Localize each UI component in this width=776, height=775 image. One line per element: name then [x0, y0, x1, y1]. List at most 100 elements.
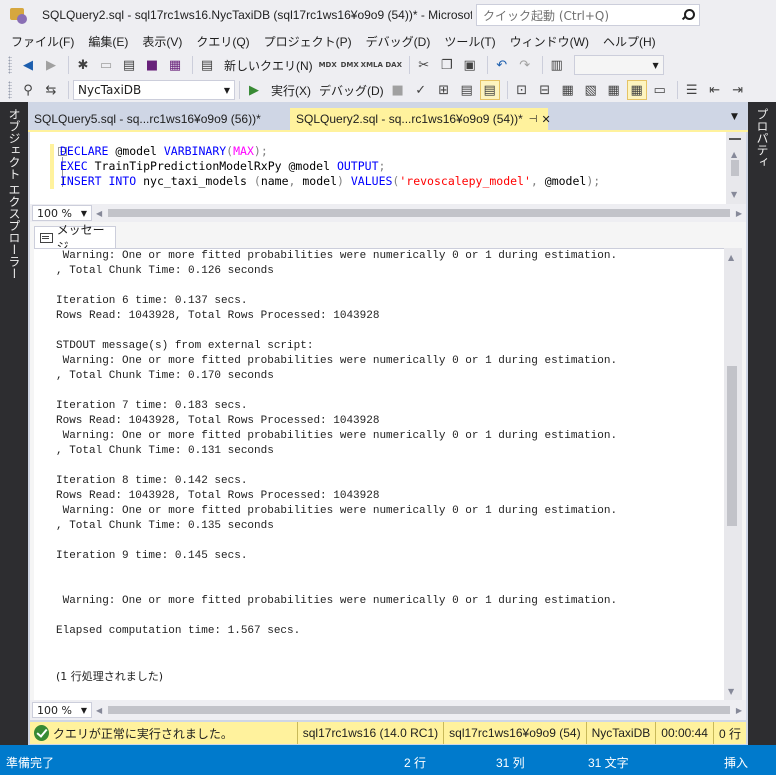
- close-icon[interactable]: ✕: [542, 113, 551, 126]
- pin-icon[interactable]: ⊣: [529, 114, 538, 125]
- tab-sqlquery2[interactable]: SQLQuery2.sql - sq...rc1ws16¥o9o9 (54))*…: [290, 108, 551, 130]
- decrease-indent-icon[interactable]: ⇤: [705, 80, 725, 100]
- sql-editor[interactable]: − DECLARE @model VARBINARY(MAX); EXEC Tr…: [30, 132, 746, 204]
- scroll-up-icon[interactable]: ▲: [731, 150, 737, 159]
- dmx-query-icon[interactable]: DMX: [339, 61, 361, 69]
- undo-icon[interactable]: ↶: [492, 55, 512, 75]
- uncomment-icon[interactable]: ☰: [682, 80, 702, 100]
- estimated-plan-icon[interactable]: ⊞: [434, 80, 454, 100]
- redo-icon[interactable]: ↷: [515, 55, 535, 75]
- cut-icon[interactable]: ✂: [414, 55, 434, 75]
- message-line: Rows Read: 1043928, Total Rows Processed…: [56, 415, 380, 427]
- toolbar-separator: [408, 56, 410, 74]
- save-icon[interactable]: ■: [142, 55, 162, 75]
- object-explorer-label: オブジェクト エクスプローラー: [7, 108, 21, 280]
- intellisense-icon[interactable]: ▤: [457, 80, 477, 100]
- scroll-down-icon[interactable]: ▼: [731, 190, 737, 199]
- add-item-icon[interactable]: ▭: [96, 55, 116, 75]
- dax-query-icon[interactable]: DAX: [383, 61, 405, 69]
- tab-overflow-dropdown-icon[interactable]: ▼: [731, 112, 738, 122]
- menu-window[interactable]: ウィンドウ(W): [503, 33, 596, 50]
- scroll-up-icon[interactable]: ▲: [728, 253, 734, 262]
- paste-icon[interactable]: ▣: [460, 55, 480, 75]
- tab-sqlquery5[interactable]: SQLQuery5.sql - sq...rc1ws16¥o9o9 (56))*: [28, 108, 290, 130]
- change-connection-icon[interactable]: ⇆: [41, 80, 61, 100]
- query-options-icon[interactable]: ⊡: [512, 80, 532, 100]
- new-project-icon[interactable]: ✱: [73, 55, 93, 75]
- scroll-thumb[interactable]: [731, 160, 739, 176]
- menu-help[interactable]: ヘルプ(H): [596, 33, 663, 50]
- quick-launch-placeholder: クイック起動 (Ctrl+Q): [483, 8, 610, 23]
- properties-tab[interactable]: プロパティ: [748, 102, 776, 745]
- copy-icon[interactable]: ❐: [437, 55, 457, 75]
- forward-icon[interactable]: ▶: [41, 55, 61, 75]
- execute-button[interactable]: 実行(X): [267, 82, 315, 99]
- scroll-left-icon[interactable]: ◀: [96, 706, 102, 715]
- toolbar-separator: [506, 81, 508, 99]
- open-file-icon[interactable]: ▤: [119, 55, 139, 75]
- code-line: DECLARE @model VARBINARY(MAX);: [60, 144, 268, 158]
- activity-monitor-icon[interactable]: ▥: [547, 55, 567, 75]
- scroll-right-icon[interactable]: ▶: [736, 209, 742, 218]
- results-zoom-dropdown[interactable]: 100 % ▼: [32, 702, 92, 718]
- results-to-file-icon[interactable]: ▦: [626, 80, 647, 100]
- scroll-left-icon[interactable]: ◀: [96, 209, 102, 218]
- new-query-button[interactable]: 新しいクエリ(N): [220, 57, 317, 74]
- increase-indent-icon[interactable]: ⇥: [728, 80, 748, 100]
- toolbar-grip[interactable]: [8, 56, 12, 74]
- quick-launch-input[interactable]: クイック起動 (Ctrl+Q): [476, 4, 700, 26]
- tab-label: SQLQuery2.sql - sq...rc1ws16¥o9o9 (54))*: [296, 112, 523, 126]
- messages-output[interactable]: Warning: One or more fitted probabilitie…: [34, 248, 724, 700]
- comment-icon[interactable]: ▭: [650, 80, 670, 100]
- menu-edit[interactable]: 編集(E): [81, 33, 135, 50]
- results-to-grid-icon[interactable]: ▦: [604, 80, 624, 100]
- results-horizontal-scrollbar[interactable]: ◀ ▶: [92, 702, 746, 718]
- chevron-down-icon: ▼: [80, 208, 87, 218]
- save-all-icon[interactable]: ▦: [165, 55, 185, 75]
- editor-horizontal-scrollbar[interactable]: ◀ ▶: [92, 205, 746, 221]
- scroll-thumb[interactable]: [727, 366, 737, 526]
- connect-icon[interactable]: ⚲: [18, 80, 38, 100]
- message-line: Rows Read: 1043928, Total Rows Processed…: [56, 490, 380, 502]
- query-status-bar: クエリが正常に実行されました。 sql17rc1ws16 (14.0 RC1) …: [30, 722, 746, 744]
- solution-config-dropdown[interactable]: ▼: [573, 55, 664, 75]
- split-handle[interactable]: [729, 138, 741, 144]
- results-to-text-icon[interactable]: ▤: [479, 80, 500, 100]
- tab-messages[interactable]: メッセージ: [34, 223, 116, 254]
- object-explorer-tab[interactable]: オブジェクト エクスプローラー: [0, 102, 28, 745]
- xmla-query-icon[interactable]: XMLA: [361, 61, 383, 69]
- scroll-down-icon[interactable]: ▼: [728, 687, 734, 696]
- menu-query[interactable]: クエリ(Q): [189, 33, 256, 50]
- toolbar-separator: [192, 56, 193, 74]
- new-query-icon[interactable]: ▤: [197, 55, 217, 75]
- message-line: , Total Chunk Time: 0.135 seconds: [56, 520, 274, 532]
- editor-zoom-dropdown[interactable]: 100 % ▼: [32, 205, 92, 221]
- scroll-right-icon[interactable]: ▶: [736, 706, 742, 715]
- scroll-thumb[interactable]: [108, 706, 730, 714]
- menu-debug[interactable]: デバッグ(D): [359, 33, 438, 50]
- ssms-app-icon[interactable]: [8, 4, 30, 26]
- menu-view[interactable]: 表示(V): [135, 33, 189, 50]
- parse-icon[interactable]: ✓: [411, 80, 431, 100]
- mdx-query-icon[interactable]: MDX: [317, 61, 339, 69]
- client-stats-icon[interactable]: ▧: [581, 80, 601, 100]
- database-dropdown[interactable]: NycTaxiDB ▼: [73, 80, 235, 100]
- toolbar-separator: [486, 56, 488, 74]
- query-status-message: クエリが正常に実行されました。: [52, 726, 233, 741]
- message-line: , Total Chunk Time: 0.170 seconds: [56, 370, 274, 382]
- execute-icon[interactable]: ▶: [244, 80, 264, 100]
- back-icon[interactable]: ◀: [18, 55, 38, 75]
- scroll-thumb[interactable]: [108, 209, 730, 217]
- debug-button[interactable]: デバッグ(D): [315, 82, 388, 99]
- cancel-query-icon[interactable]: ■: [388, 80, 408, 100]
- toolbar-grip[interactable]: [8, 81, 12, 99]
- live-stats-icon[interactable]: ▦: [558, 80, 578, 100]
- include-plan-icon[interactable]: ⊟: [535, 80, 555, 100]
- query-status-rows: 0 行: [712, 722, 746, 744]
- menu-project[interactable]: プロジェクト(P): [257, 33, 359, 50]
- menu-tools[interactable]: ツール(T): [437, 33, 502, 50]
- menu-file[interactable]: ファイル(F): [4, 33, 81, 50]
- document-tabs: SQLQuery5.sql - sq...rc1ws16¥o9o9 (56))*…: [28, 108, 748, 130]
- search-icon[interactable]: [681, 9, 695, 21]
- results-zoom-value: 100 %: [37, 703, 72, 717]
